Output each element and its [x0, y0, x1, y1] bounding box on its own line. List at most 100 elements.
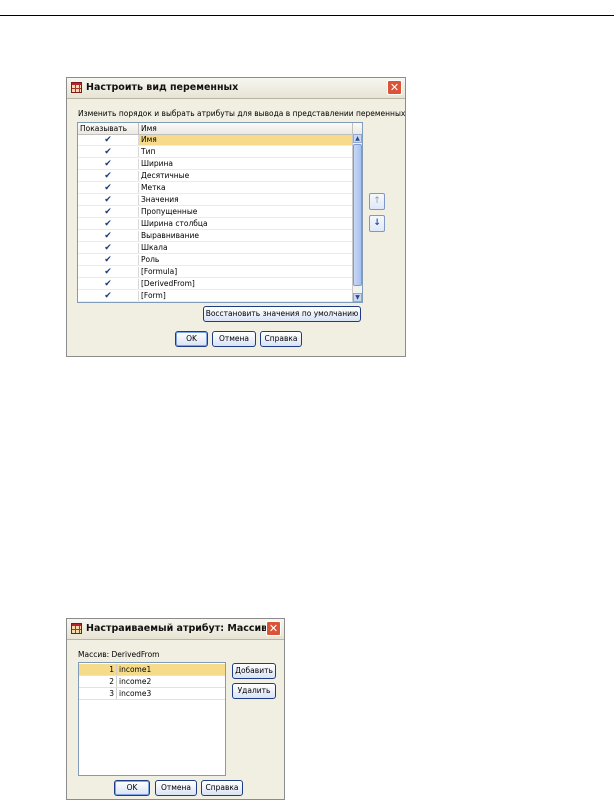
attribute-name: Пропущенные [141, 207, 198, 216]
move-down-button[interactable]: ↓ [369, 215, 385, 232]
close-icon[interactable]: ✕ [266, 621, 281, 636]
help-button[interactable]: Справка [260, 331, 302, 347]
remove-button[interactable]: Удалить [232, 683, 276, 699]
attribute-name: Тип [141, 147, 156, 156]
show-checkbox[interactable]: ✔ [78, 291, 139, 301]
attribute-name: [DerivedFrom] [141, 279, 195, 288]
vertical-scrollbar[interactable]: ▲ ▼ [352, 134, 362, 302]
attribute-name: Ширина столбца [141, 219, 208, 228]
table-row[interactable]: ✔ Выравнивание [78, 231, 353, 241]
help-button[interactable]: Справка [201, 780, 243, 796]
row-divider [78, 181, 353, 182]
table-row[interactable]: ✔ [Form] [78, 291, 353, 301]
add-button[interactable]: Добавить [232, 663, 276, 679]
row-divider [78, 253, 353, 254]
show-checkbox[interactable]: ✔ [78, 195, 139, 205]
attribute-name: Выравнивание [141, 231, 200, 240]
arrow-down-icon: ↓ [373, 218, 381, 228]
show-checkbox[interactable]: ✔ [78, 219, 139, 229]
row-divider [78, 145, 353, 146]
row-divider [78, 157, 353, 158]
add-button-label: Добавить [235, 666, 273, 675]
item-index: 3 [79, 688, 117, 699]
remove-button-label: Удалить [237, 686, 271, 695]
row-divider [78, 241, 353, 242]
grid-header: Показывать Имя [78, 123, 362, 135]
show-checkbox[interactable]: ✔ [78, 231, 139, 241]
page-header-rule [0, 15, 614, 16]
table-row[interactable]: ✔ Ширина столбца [78, 219, 353, 229]
arrow-up-icon: ↑ [373, 196, 381, 206]
restore-defaults-button[interactable]: Восстановить значения по умолчанию [203, 306, 361, 322]
close-icon[interactable]: ✕ [387, 80, 402, 95]
dialog-title: Настраиваемый атрибут: Массив [86, 623, 268, 634]
show-checkbox[interactable]: ✔ [78, 279, 139, 289]
show-checkbox[interactable]: ✔ [78, 183, 139, 193]
table-row[interactable]: ✔ Шкала [78, 243, 353, 253]
show-checkbox[interactable]: ✔ [78, 243, 139, 253]
table-row[interactable]: ✔ Тип [78, 147, 353, 157]
cancel-button[interactable]: Отмена [155, 780, 197, 796]
row-divider [78, 217, 353, 218]
show-checkbox[interactable]: ✔ [78, 147, 139, 157]
show-checkbox[interactable]: ✔ [78, 267, 139, 277]
table-row[interactable]: ✔ [DerivedFrom] [78, 279, 353, 289]
customize-variable-view-dialog: Настроить вид переменных ✕ Изменить поря… [66, 77, 406, 357]
show-checkbox[interactable]: ✔ [78, 171, 139, 181]
ok-button[interactable]: OK [114, 780, 150, 796]
cancel-button[interactable]: Отмена [212, 331, 256, 347]
column-header-show[interactable]: Показывать [78, 123, 139, 134]
item-value: income2 [119, 677, 152, 686]
scroll-up-icon[interactable]: ▲ [353, 134, 362, 143]
custom-attribute-array-dialog: Настраиваемый атрибут: Массив ✕ Массив: … [66, 618, 285, 800]
attribute-name: Имя [139, 135, 353, 145]
title-bar[interactable]: Настраиваемый атрибут: Массив ✕ [67, 619, 284, 640]
attribute-name: Значения [141, 195, 179, 204]
table-row[interactable]: ✔ Десятичные [78, 171, 353, 181]
list-item[interactable]: 3 income3 [79, 688, 225, 700]
table-row[interactable]: ✔ Имя [78, 135, 353, 145]
table-row[interactable]: ✔ Роль [78, 255, 353, 265]
table-row[interactable]: ✔ Пропущенные [78, 207, 353, 217]
scroll-thumb[interactable] [353, 144, 362, 286]
array-label: Массив: DerivedFrom [78, 650, 160, 659]
list-item[interactable]: 2 income2 [79, 676, 225, 688]
row-divider [78, 169, 353, 170]
table-row[interactable]: ✔ Значения [78, 195, 353, 205]
title-bar[interactable]: Настроить вид переменных ✕ [67, 78, 405, 99]
show-checkbox[interactable]: ✔ [78, 255, 139, 265]
instruction-text: Изменить порядок и выбрать атрибуты для … [78, 109, 406, 118]
table-row[interactable]: ✔ [Formula] [78, 267, 353, 277]
row-divider [78, 229, 353, 230]
table-row[interactable]: ✔ Метка [78, 183, 353, 193]
item-index: 2 [79, 676, 117, 687]
row-divider [78, 277, 353, 278]
show-checkbox[interactable]: ✔ [78, 159, 139, 169]
attribute-grid[interactable]: Показывать Имя ✔ Имя ✔ Тип ✔ Ширина ✔ Десятичны… [77, 122, 363, 303]
array-values-list[interactable]: 1 income1 2 income2 3 income3 [78, 662, 226, 776]
move-up-button[interactable]: ↑ [369, 193, 385, 210]
row-divider [78, 205, 353, 206]
data-grid-icon [71, 82, 82, 93]
attribute-name: Десятичные [141, 171, 190, 180]
show-checkbox[interactable]: ✔ [78, 207, 139, 217]
ok-button[interactable]: OK [175, 331, 208, 347]
dialog-title: Настроить вид переменных [86, 82, 239, 93]
row-divider [78, 265, 353, 266]
row-divider [78, 301, 353, 302]
attribute-name: Шкала [141, 243, 168, 252]
scroll-down-icon[interactable]: ▼ [353, 293, 362, 302]
attribute-name: [Formula] [141, 267, 178, 276]
table-row[interactable]: ✔ Ширина [78, 159, 353, 169]
list-item[interactable]: 1 income1 [79, 664, 225, 676]
attribute-name: [Form] [141, 291, 166, 300]
column-header-name[interactable]: Имя [139, 123, 353, 134]
row-divider [78, 289, 353, 290]
show-checkbox[interactable]: ✔ [78, 135, 139, 145]
attribute-name: Метка [141, 183, 166, 192]
item-value: income1 [119, 665, 152, 674]
data-grid-icon [71, 623, 82, 634]
attribute-name: Ширина [141, 159, 174, 168]
item-value: income3 [119, 689, 152, 698]
item-index: 1 [79, 664, 117, 675]
